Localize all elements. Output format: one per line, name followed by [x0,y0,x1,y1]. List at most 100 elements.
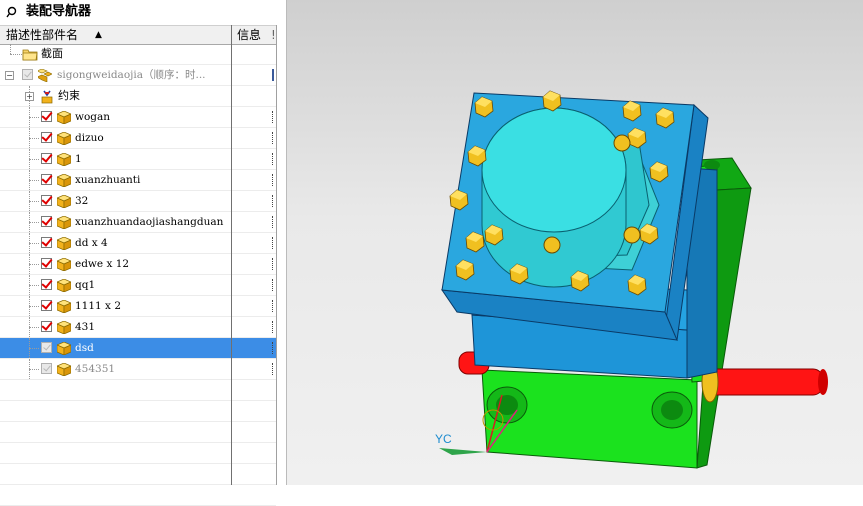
constraint-icon [40,90,54,104]
tree-node-label: dizuo [75,132,104,144]
navigator-title: 装配导航器 [26,4,92,19]
yc-axis-label: YC [435,432,452,446]
component-icon [56,257,72,272]
visibility-checkbox[interactable] [41,237,52,248]
component-icon [56,152,72,167]
assembly-3d-model[interactable] [287,0,863,485]
visibility-checkbox[interactable] [41,195,52,206]
tree-node-sections[interactable]: 截面 [0,44,276,65]
component-icon [56,341,72,356]
tree-node-label: 32 [75,195,89,207]
tree-node-component[interactable]: wogan [0,107,276,128]
tree-connector [10,54,22,55]
tree-node-component[interactable]: dd x 4 [0,233,276,254]
empty-row [0,422,276,443]
navigator-title-bar: 装配导航器 [0,0,286,24]
column-divider[interactable] [276,25,277,485]
collapse-icon[interactable]: − [5,71,14,80]
visibility-checkbox[interactable] [41,279,52,290]
tree-node-component[interactable]: dsd [0,338,276,359]
sort-ascending-icon: ▲ [95,30,102,40]
tree-node-component[interactable]: 32 [0,191,276,212]
tree-node-assembly[interactable]: − sigongweidaojia（顺序：时... [0,65,276,86]
bolt-head[interactable] [613,134,631,152]
component-icon [56,194,72,209]
tree-node-label: 431 [75,321,96,333]
tree-connector [29,306,39,307]
tree-connector [29,201,39,202]
tree-connector [29,222,39,223]
tree-connector [29,348,39,349]
tree-node-component[interactable]: dizuo [0,128,276,149]
tree-connector [29,285,39,286]
component-icon [56,362,72,377]
assembly-navigator-panel: 装配导航器 描述性部件名 ▲ 信息 ! 截面 − sigongweidaojia（顺… [0,0,286,506]
column-divider[interactable] [231,25,232,485]
component-icon [56,110,72,125]
tree-node-component[interactable]: edwe x 12 [0,254,276,275]
bolt-head[interactable] [623,226,641,244]
tree-connector [29,243,39,244]
component-icon [56,131,72,146]
tree-node-component[interactable]: 454351 [0,359,276,380]
tree-node-label: 1 [75,153,82,165]
tree-node-label: sigongweidaojia（顺序：时... [57,69,206,81]
tree-node-label: xuanzhuanti [75,174,141,186]
tree-connector [29,327,39,328]
empty-row [0,380,276,401]
tree-node-label: qq1 [75,279,96,291]
folder-icon [22,48,38,61]
visibility-checkbox[interactable] [41,363,52,374]
visibility-checkbox[interactable] [41,321,52,332]
tree-node-component[interactable]: xuanzhuanti [0,170,276,191]
tree-node-label: 截面 [41,47,63,60]
tree-node-label: 1111 x 2 [75,300,121,312]
tree-node-label: edwe x 12 [75,258,130,270]
tree-connector [29,138,39,139]
component-icon [56,320,72,335]
tree-connector [29,264,39,265]
assembly-tree: 截面 − sigongweidaojia（顺序：时... + 约束 wogan dizuo 1… [0,44,276,506]
visibility-checkbox[interactable] [41,300,52,311]
column-header-info[interactable]: 信息 [237,26,261,44]
tree-node-label: dd x 4 [75,237,108,249]
component-icon [56,299,72,314]
tree-node-component[interactable]: xuanzhuandaojiashangduan [0,212,276,233]
visibility-checkbox[interactable] [41,132,52,143]
bolt-head[interactable] [543,236,561,254]
tree-node-label: wogan [75,111,111,123]
empty-row [0,443,276,464]
component-icon [56,173,72,188]
visibility-checkbox[interactable] [22,69,33,80]
empty-row [0,464,276,485]
pin-icon[interactable] [6,6,18,18]
tree-node-label: xuanzhuandaojiashangduan [75,216,224,228]
visibility-checkbox[interactable] [41,258,52,269]
tree-node-component[interactable]: 1 [0,149,276,170]
component-icon [56,278,72,293]
tree-node-constraints[interactable]: + 约束 [0,86,276,107]
tree-node-label: 454351 [75,363,116,375]
column-header-name[interactable]: 描述性部件名 [6,26,78,44]
visibility-checkbox[interactable] [41,342,52,353]
empty-row [0,401,276,422]
tree-connector [29,180,39,181]
visibility-checkbox[interactable] [41,174,52,185]
tree-node-component[interactable]: qq1 [0,275,276,296]
visibility-checkbox[interactable] [41,111,52,122]
column-header: 描述性部件名 ▲ 信息 ! [0,25,276,45]
component-icon [56,215,72,230]
tree-node-label: 约束 [58,89,80,102]
tree-connector [29,159,39,160]
visibility-checkbox[interactable] [41,153,52,164]
assembly-icon [36,68,53,83]
visibility-checkbox[interactable] [41,216,52,227]
expand-icon[interactable]: + [25,92,34,101]
empty-row [0,485,276,506]
graphics-viewport[interactable]: YC [287,0,863,485]
tree-node-component[interactable]: 1111 x 2 [0,296,276,317]
tree-connector [29,117,39,118]
component-icon [56,236,72,251]
tree-node-component[interactable]: 431 [0,317,276,338]
tree-connector [29,369,39,370]
